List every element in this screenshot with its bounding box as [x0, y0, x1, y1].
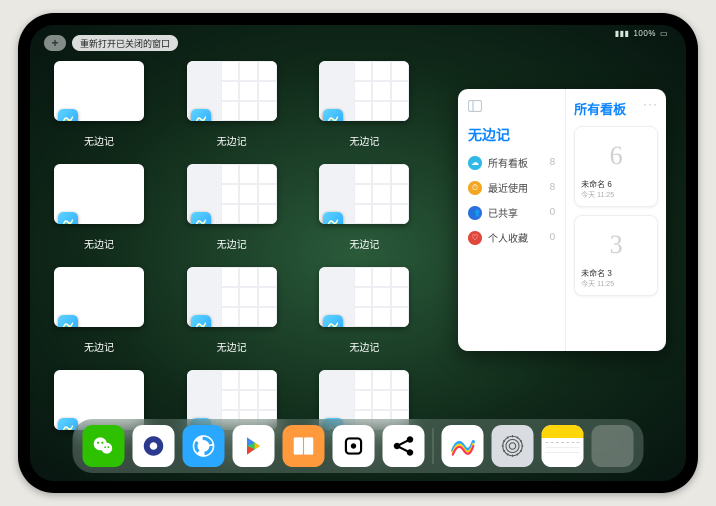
- window-thumbnail[interactable]: 无边记: [319, 267, 409, 354]
- panel-left-title: 无边记: [468, 125, 555, 145]
- dock-app-wechat[interactable]: [83, 425, 125, 467]
- app-preview-panel: 无边记 ☁所有看板8⏱最近使用8👥已共享0♡个人收藏0 ··· 所有看板 6未命…: [458, 89, 666, 351]
- freeform-app-icon: [58, 315, 78, 327]
- ipad-frame: ▮▮▮ 100% ▭ + 重新打开已关闭的窗口 无边记无边记无边记无边记无边记无…: [18, 13, 698, 493]
- category-label: 最近使用: [488, 180, 528, 195]
- category-row[interactable]: ♡ 个人收藏 0: [468, 230, 555, 245]
- dock-app-notes[interactable]: [542, 425, 584, 467]
- freeform-app-icon: [191, 109, 211, 121]
- category-count: 0: [550, 232, 556, 243]
- board-name: 未命名 6: [581, 179, 651, 190]
- battery-label: 100%: [633, 29, 655, 38]
- freeform-app-icon: [323, 315, 343, 327]
- freeform-app-icon: [323, 109, 343, 121]
- freeform-app-icon: [323, 212, 343, 224]
- thumbnail-label: 无边记: [84, 236, 114, 251]
- status-bar: ▮▮▮ 100% ▭: [615, 29, 668, 38]
- window-thumbnail[interactable]: 无边记: [187, 61, 277, 148]
- category-count: 8: [550, 157, 556, 168]
- thumbnail-label: 无边记: [349, 236, 379, 251]
- dock-app-freeform[interactable]: [442, 425, 484, 467]
- window-thumbnail[interactable]: 无边记: [319, 164, 409, 251]
- category-icon: ♡: [468, 231, 482, 245]
- dock-app-qqbrowser[interactable]: [183, 425, 225, 467]
- reopen-closed-window-button[interactable]: 重新打开已关闭的窗口: [72, 35, 178, 51]
- category-icon: 👥: [468, 206, 482, 220]
- category-label: 所有看板: [488, 155, 528, 170]
- board-name: 未命名 3: [581, 268, 651, 279]
- dock-separator: [433, 428, 434, 464]
- thumbnail-label: 无边记: [349, 133, 379, 148]
- thumbnail-label: 无边记: [349, 339, 379, 354]
- window-thumbnail[interactable]: 无边记: [187, 267, 277, 354]
- app-expose: 无边记无边记无边记无边记无边记无边记无边记无边记无边记无边记无边记无边记: [54, 61, 424, 457]
- screen: ▮▮▮ 100% ▭ + 重新打开已关闭的窗口 无边记无边记无边记无边记无边记无…: [30, 25, 686, 481]
- category-count: 8: [550, 182, 556, 193]
- window-thumbnail[interactable]: 无边记: [54, 267, 144, 354]
- category-icon: ☁: [468, 156, 482, 170]
- dock-app-settings[interactable]: [492, 425, 534, 467]
- freeform-app-icon: [191, 315, 211, 327]
- battery-icon: ▭: [660, 29, 668, 38]
- thumbnail-label: 无边记: [217, 133, 247, 148]
- category-count: 0: [550, 207, 556, 218]
- thumbnail-label: 无边记: [217, 339, 247, 354]
- freeform-app-icon: [58, 109, 78, 121]
- category-label: 个人收藏: [488, 230, 528, 245]
- window-thumbnail[interactable]: 无边记: [319, 61, 409, 148]
- sidebar-icon: [468, 99, 555, 117]
- category-label: 已共享: [488, 205, 518, 220]
- window-thumbnail[interactable]: 无边记: [54, 164, 144, 251]
- dock-app-share[interactable]: [383, 425, 425, 467]
- new-window-button[interactable]: +: [44, 35, 66, 51]
- freeform-app-icon: [191, 212, 211, 224]
- board-time: 今天 11:25: [581, 279, 651, 289]
- category-row[interactable]: ⏱ 最近使用 8: [468, 180, 555, 195]
- window-thumbnail[interactable]: 无边记: [54, 61, 144, 148]
- board-time: 今天 11:25: [581, 190, 651, 200]
- dock-app-play[interactable]: [233, 425, 275, 467]
- thumbnail-label: 无边记: [84, 339, 114, 354]
- category-row[interactable]: ☁ 所有看板 8: [468, 155, 555, 170]
- category-row[interactable]: 👥 已共享 0: [468, 205, 555, 220]
- dock: [73, 419, 644, 473]
- thumbnail-label: 无边记: [217, 236, 247, 251]
- category-icon: ⏱: [468, 181, 482, 195]
- dock-app-books[interactable]: [283, 425, 325, 467]
- board-glyph: 6: [610, 141, 623, 171]
- window-thumbnail[interactable]: 无边记: [187, 164, 277, 251]
- more-icon[interactable]: ···: [643, 97, 658, 111]
- dock-app-folder[interactable]: [592, 425, 634, 467]
- board-card[interactable]: 3 未命名 3今天 11:25: [574, 215, 658, 296]
- board-glyph: 3: [610, 230, 623, 260]
- thumbnail-label: 无边记: [84, 133, 114, 148]
- freeform-app-icon: [58, 212, 78, 224]
- dock-app-dice[interactable]: [333, 425, 375, 467]
- board-card[interactable]: 6 未命名 6今天 11:25: [574, 126, 658, 207]
- dock-app-quark[interactable]: [133, 425, 175, 467]
- signal-icon: ▮▮▮: [615, 29, 630, 38]
